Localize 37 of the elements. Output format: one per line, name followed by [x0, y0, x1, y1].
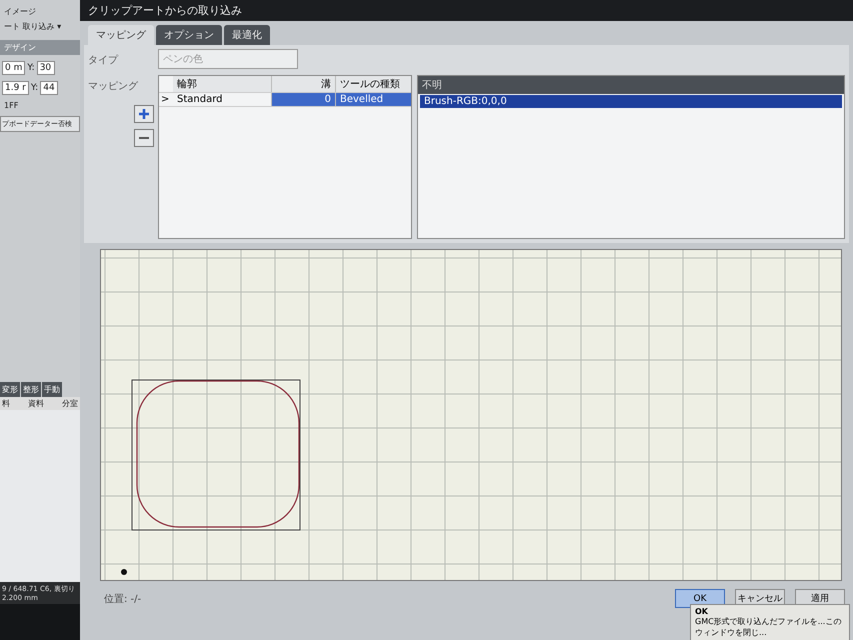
origin-dot [121, 569, 127, 575]
column-header: 溝 [272, 76, 336, 92]
tooltip-text: GMC形式で取り込んだファイルを...このウィンドウを閉じ... [695, 616, 842, 638]
list-item[interactable]: Brush-RGB:0,0,0 [420, 95, 842, 108]
tab[interactable]: 変形 [0, 382, 20, 397]
tab[interactable]: 整形 [21, 382, 41, 397]
tab[interactable]: マッピング [88, 25, 154, 45]
mapping-label: マッピング [88, 80, 139, 93]
tab[interactable]: オプション [156, 25, 222, 45]
table-cell[interactable]: Bevelled [336, 93, 411, 106]
position-text: 位置: -/- [104, 592, 142, 606]
column-header: 分室 [62, 398, 78, 409]
input-field[interactable]: 0 m [2, 61, 26, 75]
remove-button[interactable] [134, 129, 154, 147]
plus-icon [138, 108, 150, 120]
input-field[interactable]: 30 [36, 61, 55, 75]
field-label: Y: [27, 63, 35, 73]
menu-item[interactable]: ート 取り込み ▾ [4, 21, 76, 32]
column-header: 資料 [28, 398, 44, 409]
tooltip-title: OK [695, 607, 709, 616]
type-label: タイプ [88, 54, 120, 67]
field-label: Y: [30, 83, 38, 93]
add-button[interactable] [134, 105, 154, 123]
caption-text: 1FF [3, 100, 20, 112]
menu-item[interactable]: イメージ [4, 6, 76, 17]
tab[interactable]: 最適化 [224, 25, 270, 45]
table-cell[interactable]: 0 [272, 93, 336, 106]
list-header: 不明 [418, 76, 844, 94]
column-header: 輪郭 [173, 76, 272, 92]
input-field[interactable]: 1.9 r [2, 81, 29, 95]
row-expander[interactable]: > [159, 93, 173, 106]
section-header: デザイン [0, 40, 80, 55]
column-header: ツールの種類 [336, 76, 411, 92]
tab[interactable]: 手動 [42, 382, 62, 397]
window-title: クリップアートからの取り込み [80, 0, 853, 21]
input-field[interactable]: 44 [40, 81, 58, 95]
column-header: 料 [2, 398, 10, 409]
